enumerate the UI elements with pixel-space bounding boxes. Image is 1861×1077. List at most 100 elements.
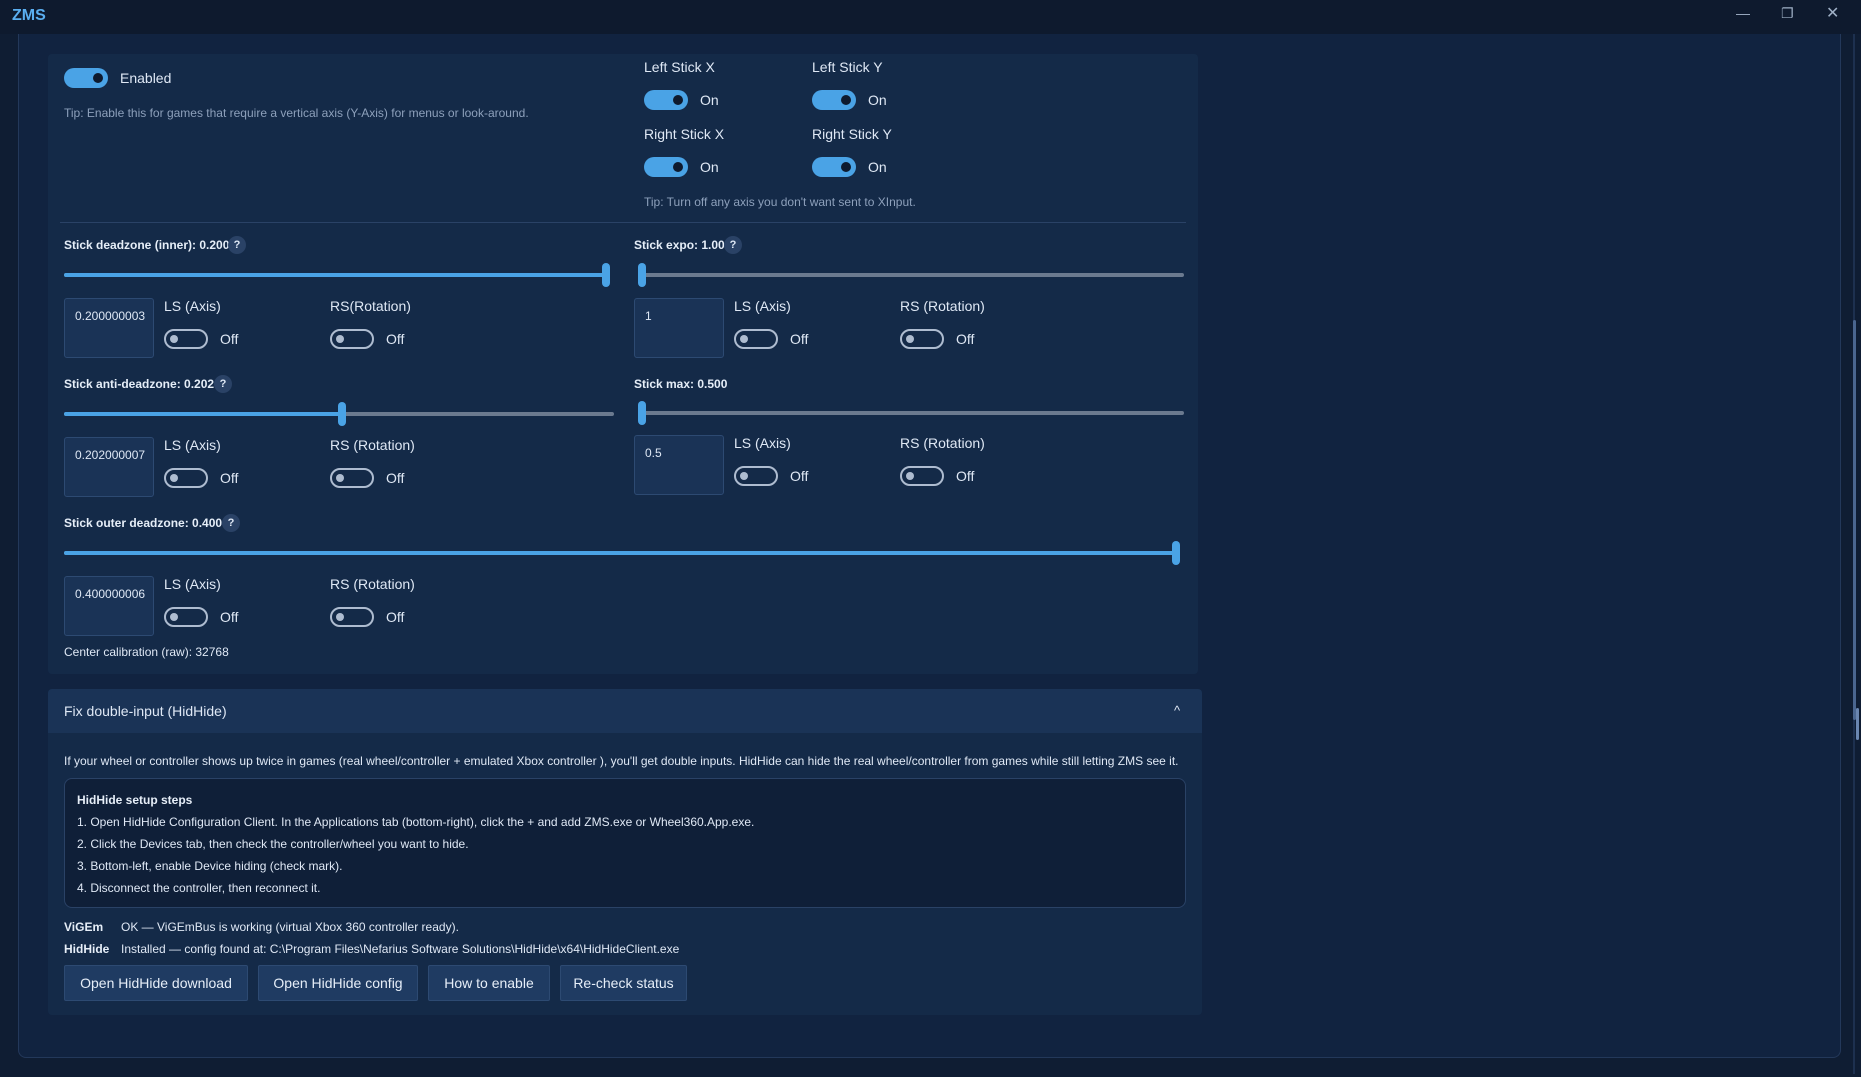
scrollbar-thumb[interactable] (1853, 320, 1856, 720)
recheck-status-button[interactable]: Re-check status (560, 965, 687, 1001)
right-stick-y-toggle[interactable] (812, 157, 856, 177)
anti-deadzone-rs-label: RS (Rotation) (330, 437, 415, 453)
outer-deadzone-ls-label: LS (Axis) (164, 576, 221, 592)
deadzone-inner-rs-toggle[interactable] (330, 329, 374, 349)
expo-slider[interactable] (638, 263, 1184, 287)
outer-deadzone-ls-state: Off (220, 609, 239, 625)
expo-rs-label: RS (Rotation) (900, 298, 985, 314)
right-stick-x-toggle[interactable] (644, 157, 688, 177)
vigem-status: OK — ViGEmBus is working (virtual Xbox 3… (121, 920, 459, 934)
hidhide-status-label: HidHide (64, 942, 110, 956)
title-bar: ZMS — ❐ ✕ (0, 0, 1861, 34)
steps-title: HidHide setup steps (77, 793, 193, 807)
deadzone-inner-slider[interactable] (64, 263, 610, 287)
hidhide-title: Fix double-input (HidHide) (64, 703, 227, 719)
anti-deadzone-value[interactable]: 0.202000007 (64, 437, 154, 497)
outer-deadzone-label: Stick outer deadzone: 0.400 (64, 516, 223, 530)
stick-max-ls-state: Off (790, 468, 809, 484)
right-stick-x-label: Right Stick X (644, 126, 725, 142)
left-stick-x-state: On (700, 92, 719, 108)
anti-deadzone-rs-state: Off (386, 470, 405, 486)
deadzone-inner-ls-toggle[interactable] (164, 329, 208, 349)
outer-deadzone-rs-label: RS (Rotation) (330, 576, 415, 592)
deadzone-inner-ls-label: LS (Axis) (164, 298, 221, 314)
stick-max-ls-label: LS (Axis) (734, 435, 791, 451)
expo-rs-state: Off (956, 331, 975, 347)
outer-deadzone-slider[interactable] (64, 541, 1180, 565)
anti-deadzone-ls-label: LS (Axis) (164, 437, 221, 453)
step-1: 1. Open HidHide Configuration Client. In… (77, 815, 755, 829)
minimize-icon[interactable]: — (1736, 5, 1750, 21)
left-stick-y-state: On (868, 92, 887, 108)
slider-thumb[interactable] (638, 401, 646, 425)
slider-thumb[interactable] (337, 402, 346, 426)
slider-fill (64, 551, 1180, 555)
expo-ls-toggle[interactable] (734, 329, 778, 349)
anti-deadzone-slider[interactable] (64, 402, 614, 426)
anti-deadzone-label: Stick anti-deadzone: 0.202 (64, 377, 215, 391)
vigem-label: ViGEm (64, 920, 104, 934)
outer-deadzone-value[interactable]: 0.400000006 (64, 576, 154, 636)
slider-fill (64, 273, 610, 277)
step-4: 4. Disconnect the controller, then recon… (77, 881, 321, 895)
right-stick-y-state: On (868, 159, 887, 175)
slider-track (638, 273, 1184, 277)
expo-help-icon[interactable]: ? (724, 236, 742, 254)
hidhide-status: Installed — config found at: C:\Program … (121, 942, 680, 956)
left-stick-x-toggle[interactable] (644, 90, 688, 110)
left-stick-y-toggle[interactable] (812, 90, 856, 110)
left-stick-y-label: Left Stick Y (812, 59, 883, 75)
left-stick-x-label: Left Stick X (644, 59, 715, 75)
deadzone-inner-ls-state: Off (220, 331, 239, 347)
stick-max-value[interactable]: 0.5 (634, 435, 724, 495)
slider-fill (64, 412, 342, 416)
slider-thumb[interactable] (602, 263, 610, 287)
outer-deadzone-rs-toggle[interactable] (330, 607, 374, 627)
anti-deadzone-ls-toggle[interactable] (164, 468, 208, 488)
vertical-axis-toggle[interactable] (64, 68, 108, 88)
deadzone-inner-value[interactable]: 0.200000003 (64, 298, 154, 358)
anti-deadzone-help-icon[interactable]: ? (214, 375, 232, 393)
deadzone-inner-rs-label: RS(Rotation) (330, 298, 411, 314)
stick-max-rs-state: Off (956, 468, 975, 484)
open-hidhide-download-button[interactable]: Open HidHide download (64, 965, 248, 1001)
slider-track (638, 411, 1184, 415)
vertical-axis-label: Enabled (120, 70, 172, 86)
anti-deadzone-rs-toggle[interactable] (330, 468, 374, 488)
stick-max-label: Stick max: 0.500 (634, 377, 728, 391)
deadzone-inner-label: Stick deadzone (inner): 0.200 (64, 238, 230, 252)
chevron-up-icon[interactable]: ^ (1174, 703, 1180, 718)
hidhide-description: If your wheel or controller shows up twi… (64, 754, 1179, 768)
scrollbar-thumb-marker[interactable] (1856, 708, 1859, 740)
maximize-icon[interactable]: ❐ (1781, 5, 1794, 22)
outer-deadzone-help-icon[interactable]: ? (222, 514, 240, 532)
right-stick-x-state: On (700, 159, 719, 175)
open-hidhide-config-button[interactable]: Open HidHide config (258, 965, 418, 1001)
hidhide-steps-box: HidHide setup steps 1. Open HidHide Conf… (64, 778, 1186, 908)
step-2: 2. Click the Devices tab, then check the… (77, 837, 469, 851)
right-stick-y-label: Right Stick Y (812, 126, 892, 142)
stick-max-slider[interactable] (638, 401, 1184, 425)
center-calibration: Center calibration (raw): 32768 (64, 645, 229, 659)
expo-label: Stick expo: 1.00 (634, 238, 725, 252)
expo-ls-state: Off (790, 331, 809, 347)
deadzone-inner-help-icon[interactable]: ? (228, 236, 246, 254)
outer-deadzone-ls-toggle[interactable] (164, 607, 208, 627)
how-to-enable-button[interactable]: How to enable (428, 965, 550, 1001)
anti-deadzone-ls-state: Off (220, 470, 239, 486)
slider-thumb[interactable] (1172, 541, 1180, 565)
slider-thumb[interactable] (638, 263, 646, 287)
vertical-axis-tip: Tip: Enable this for games that require … (64, 106, 529, 120)
expo-rs-toggle[interactable] (900, 329, 944, 349)
app-title: ZMS (12, 7, 46, 24)
step-3: 3. Bottom-left, enable Device hiding (ch… (77, 859, 343, 873)
close-icon[interactable]: ✕ (1826, 3, 1839, 23)
hidhide-expander-header[interactable]: Fix double-input (HidHide) ^ (48, 689, 1202, 733)
stick-max-ls-toggle[interactable] (734, 466, 778, 486)
axes-tip: Tip: Turn off any axis you don't want se… (644, 195, 916, 209)
expo-value[interactable]: 1 (634, 298, 724, 358)
expo-ls-label: LS (Axis) (734, 298, 791, 314)
deadzone-inner-rs-state: Off (386, 331, 405, 347)
stick-max-rs-toggle[interactable] (900, 466, 944, 486)
stick-max-rs-label: RS (Rotation) (900, 435, 985, 451)
